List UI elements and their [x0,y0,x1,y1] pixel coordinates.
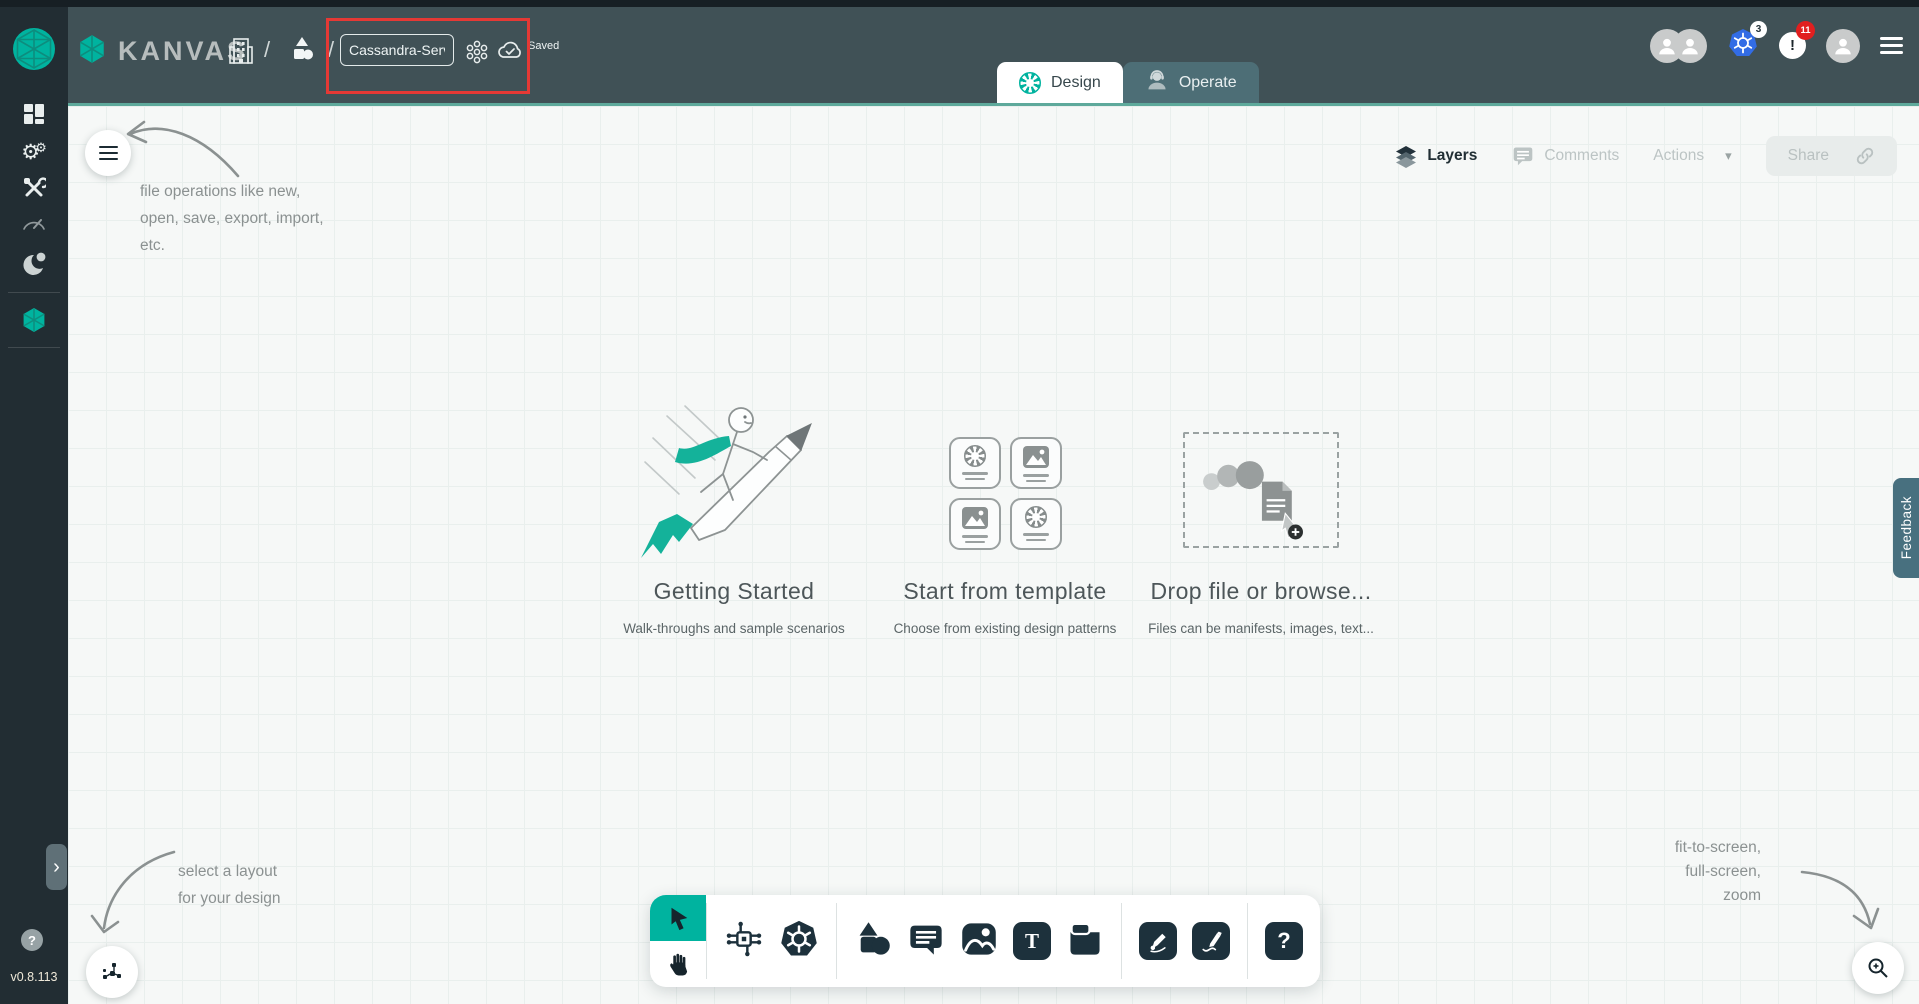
sidebar-item-kanvas[interactable] [0,305,68,335]
kanvas-brand: KANVAS [76,33,248,70]
freehand-tool[interactable] [1192,922,1230,960]
share-button[interactable]: Share [1765,136,1897,176]
menu-icon [98,142,118,163]
header-menu-icon[interactable] [1880,33,1903,58]
collaborator-avatar[interactable] [1673,28,1707,63]
section-tool[interactable] [1066,921,1104,962]
layout-selector-button[interactable] [86,946,138,998]
collaborator-avatars[interactable] [1650,28,1707,63]
template-tile-image [1009,437,1062,489]
pen-tool[interactable] [1139,922,1177,960]
comments-icon [1514,147,1533,166]
layers-icon [1396,146,1417,168]
hand-icon [670,953,688,976]
highlight-rectangle [326,18,530,94]
comment-tool[interactable] [907,922,945,961]
kubernetes-count-badge: 3 [1750,21,1767,38]
kanvas-app: ⚙⚙ ? v0.8.113 › KANVAS / / Cassandra-Ser… [0,0,1919,1004]
select-tool[interactable] [650,895,706,941]
help-tool-section: ? [1248,895,1320,987]
layout-note: select a layout for your design [178,863,281,907]
template-tile-image [948,498,1001,550]
zoom-arrow [1800,870,1880,930]
notifications-button[interactable]: ! 11 [1779,21,1815,59]
header-accent-border [68,103,1919,106]
layout-graph-icon [103,963,121,979]
layout-arrow [90,850,176,934]
cursor-icon [671,907,688,931]
meshery-logo[interactable] [0,26,68,72]
zoom-controls-button[interactable] [1852,942,1904,994]
tab-design[interactable]: Design [997,62,1123,103]
sidebar-divider [8,347,60,348]
pointer-tools [650,895,706,987]
sidebar-expand-chevron[interactable]: › [46,844,67,890]
card-subtitle: Walk-throughs and sample scenarios [623,621,845,636]
window-top-strip [0,0,1919,7]
card-subtitle: Files can be manifests, images, text... [1148,621,1374,636]
sidebar-divider [8,292,60,293]
pan-tool[interactable] [650,941,706,987]
shapes-tool[interactable] [854,920,892,963]
user-avatar[interactable] [1826,28,1860,63]
notification-count-badge: 11 [1796,21,1815,40]
kanvas-logo-icon [76,33,108,70]
settings-gears-icon[interactable]: ⚙⚙ [0,138,68,163]
template-tile-design [1009,498,1062,550]
image-tool[interactable] [960,921,998,962]
rocket-illustration [598,390,870,562]
design-canvas[interactable]: Layers Comments Actions ▾ Share file ope… [68,106,1919,1004]
toolkit-icon[interactable] [0,176,68,200]
drop-zone[interactable] [1183,432,1339,548]
zoom-note: fit-to-screen, full-screen, zoom [1674,839,1761,904]
caret-down-icon: ▾ [1725,148,1732,163]
template-tile-design [948,437,1001,489]
extensions-icon[interactable] [0,250,68,278]
help-icon[interactable]: ? [21,929,43,951]
upload-illustration [1203,461,1303,540]
link-icon [1856,147,1874,165]
kubernetes-tool[interactable] [779,919,819,964]
card-title[interactable]: Start from template [880,578,1130,605]
template-tiles [880,390,1130,562]
kubernetes-context-switcher[interactable]: 3 [1727,21,1767,64]
organization-icon[interactable] [228,35,254,70]
card-subtitle: Choose from existing design patterns [893,621,1117,636]
zoom-in-icon [1868,958,1888,978]
annotation-tools: T [837,895,1121,987]
file-ops-note: file operations like new, open, save, ex… [140,183,324,254]
comments-toggle[interactable]: Comments [1511,145,1619,167]
template-card[interactable]: Start from template Choose from existing… [880,390,1130,636]
canvas-view-toolbar: Layers Comments Actions ▾ Share [1394,136,1897,176]
layers-toggle[interactable]: Layers [1394,144,1477,168]
tab-operate[interactable]: Operate [1122,62,1259,103]
save-status-label: Saved [528,40,560,52]
file-ops-arrow [126,120,240,178]
card-title[interactable]: Drop file or browse... [1136,578,1386,605]
performance-gauge-icon[interactable] [0,212,68,232]
operate-person-icon [1145,68,1169,97]
drop-file-card[interactable]: Drop file or browse... Files can be mani… [1136,390,1386,636]
mode-tabs: Design Operate [997,62,1259,103]
breadcrumb-separator: / [264,37,271,62]
actions-dropdown[interactable]: Actions ▾ [1653,147,1731,165]
design-pinwheel-icon [1019,71,1041,94]
dashboard-icon[interactable] [0,102,68,126]
workspace-icon[interactable] [288,35,316,68]
header-right-cluster: 3 ! 11 [1650,21,1903,64]
text-tool[interactable]: T [1013,922,1051,960]
getting-started-card[interactable]: Getting Started Walk-throughs and sample… [598,390,870,636]
mesh-components-tool[interactable] [724,919,764,964]
component-tools [707,895,836,987]
card-title[interactable]: Getting Started [598,578,870,605]
drawing-tools [1122,895,1247,987]
dock-toolbar: T ? [650,895,1320,987]
version-label: v0.8.113 [10,970,58,984]
feedback-tab[interactable]: Feedback [1893,478,1919,578]
toolbar-help-button[interactable]: ? [1265,922,1303,960]
